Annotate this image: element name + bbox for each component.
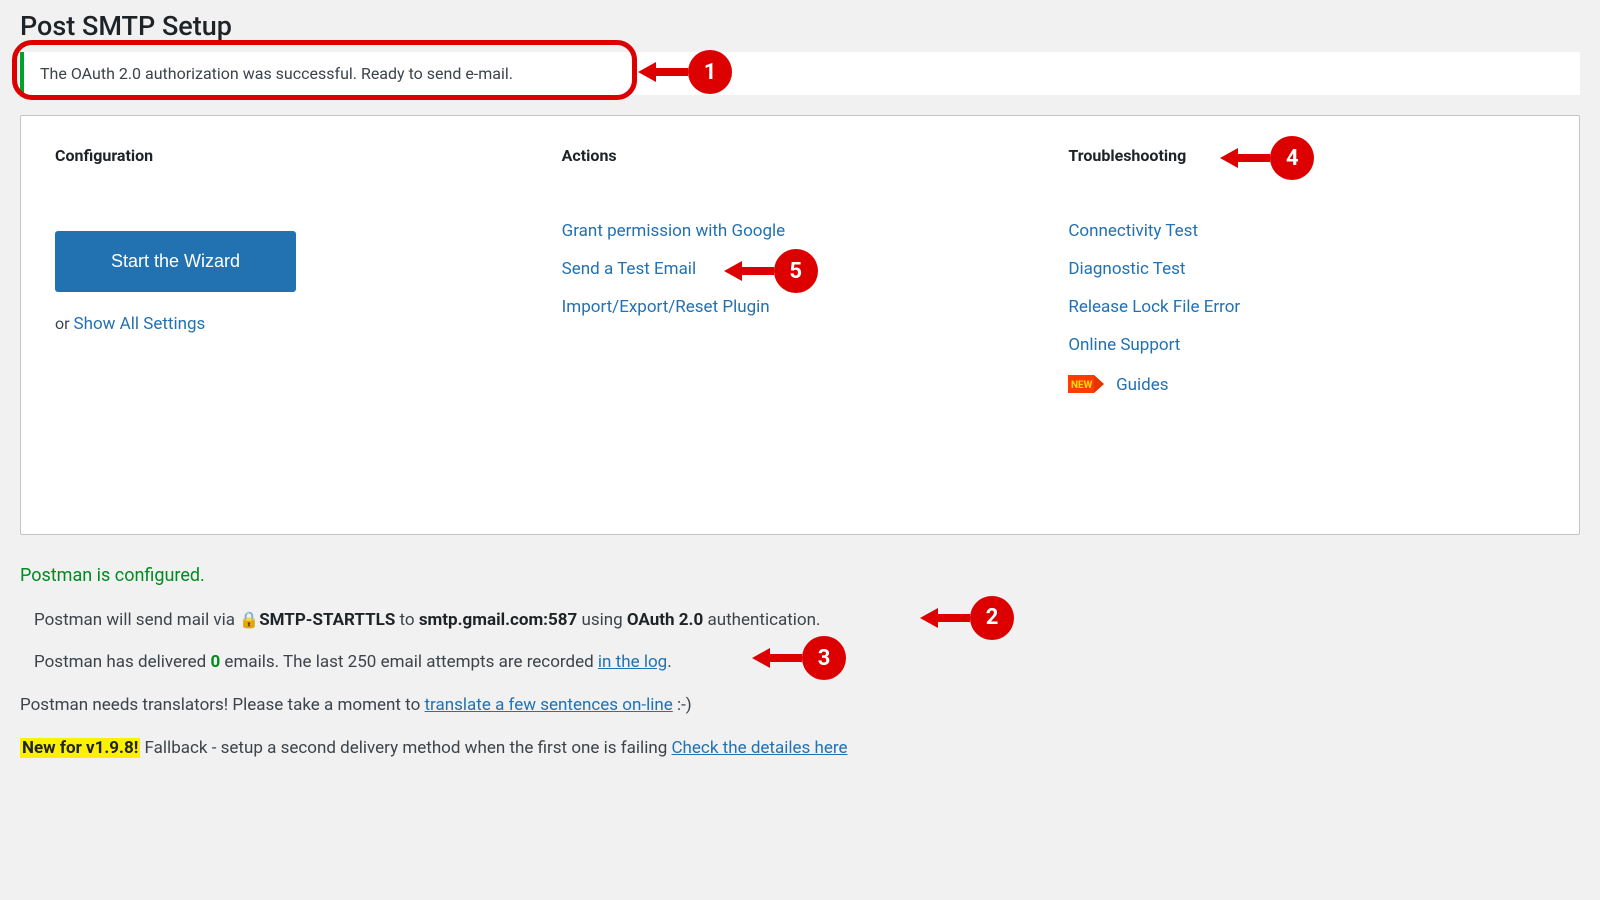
ts-release-lock[interactable]: Release Lock File Error xyxy=(1068,297,1240,317)
ts-connectivity-test[interactable]: Connectivity Test xyxy=(1068,221,1198,241)
callout-2: 2 xyxy=(920,596,1014,640)
translate-link[interactable]: translate a few sentences on-line xyxy=(425,695,673,715)
callout-badge: 2 xyxy=(970,596,1014,640)
actions-title: Actions xyxy=(562,146,617,165)
status-heading: Postman is configured. xyxy=(20,561,1580,592)
fallback-text: Fallback - setup a second delivery metho… xyxy=(140,738,671,758)
callout-3: 3 xyxy=(752,636,846,680)
status-line2-prefix: Postman has delivered xyxy=(34,652,210,672)
status-line1-prefix: Postman will send mail via xyxy=(34,610,239,630)
lock-icon: 🔒 xyxy=(239,610,259,629)
status-line1-suffix: authentication. xyxy=(703,610,820,630)
or-row: or Show All Settings xyxy=(55,314,532,334)
success-notice: The OAuth 2.0 authorization was successf… xyxy=(20,52,1580,95)
start-wizard-button[interactable]: Start the Wizard xyxy=(55,231,296,292)
status-line2-suffix: . xyxy=(667,652,671,672)
fallback-line: New for v1.9.8! Fallback - setup a secon… xyxy=(20,734,1580,763)
arrow-left-icon xyxy=(920,596,972,640)
status-line-1: Postman will send mail via 🔒SMTP-STARTTL… xyxy=(34,606,1580,635)
status-block: Postman is configured. Postman will send… xyxy=(20,561,1580,763)
status-line2-mid: emails. The last 250 email attempts are … xyxy=(220,652,598,672)
svg-text:NEW: NEW xyxy=(1071,380,1093,391)
configuration-title: Configuration xyxy=(55,146,153,165)
in-the-log-link[interactable]: in the log xyxy=(598,652,667,672)
troubleshooting-link-list: Connectivity Test Diagnostic Test Releas… xyxy=(1068,221,1545,399)
status-line-2: Postman has delivered 0 emails. The last… xyxy=(34,648,1580,677)
new-badge-icon: NEW xyxy=(1068,373,1104,399)
col-configuration: Configuration Start the Wizard or Show A… xyxy=(55,146,532,494)
translate-prefix: Postman needs translators! Please take a… xyxy=(20,695,425,715)
callout-4: 4 xyxy=(1220,136,1314,180)
callout-badge: 5 xyxy=(774,249,818,293)
page-wrap: Post SMTP Setup The OAuth 2.0 authorizat… xyxy=(0,0,1600,797)
status-line1-mid1: to xyxy=(395,610,419,630)
main-panel: Configuration Start the Wizard or Show A… xyxy=(20,115,1580,535)
or-text: or xyxy=(55,314,74,333)
action-grant-permission[interactable]: Grant permission with Google xyxy=(562,221,785,241)
ts-online-support[interactable]: Online Support xyxy=(1068,335,1180,355)
notice-text: The OAuth 2.0 authorization was successf… xyxy=(40,64,513,83)
status-auth: OAuth 2.0 xyxy=(627,610,703,630)
callout-5: 5 xyxy=(724,249,818,293)
col-actions: Actions Grant permission with Google Sen… xyxy=(562,146,1039,494)
translate-suffix: :-) xyxy=(673,695,692,715)
fallback-details-link[interactable]: Check the detailes here xyxy=(671,738,847,758)
callout-badge: 4 xyxy=(1270,136,1314,180)
translate-line: Postman needs translators! Please take a… xyxy=(20,691,1580,720)
action-import-export-reset[interactable]: Import/Export/Reset Plugin xyxy=(562,297,770,317)
delivered-count: 0 xyxy=(210,652,220,672)
troubleshooting-title: Troubleshooting xyxy=(1068,146,1186,165)
status-host: smtp.gmail.com:587 xyxy=(419,610,577,630)
actions-link-list: Grant permission with Google Send a Test… xyxy=(562,221,1039,317)
new-version-badge: New for v1.9.8! xyxy=(20,738,140,758)
arrow-left-icon xyxy=(724,249,776,293)
status-line1-mid2: using xyxy=(577,610,627,630)
col-troubleshooting: Troubleshooting 4 Connectivity Test Diag… xyxy=(1068,146,1545,494)
action-send-test-email[interactable]: Send a Test Email xyxy=(562,259,696,279)
ts-guides[interactable]: Guides xyxy=(1116,375,1168,395)
ts-diagnostic-test[interactable]: Diagnostic Test xyxy=(1068,259,1185,279)
arrow-left-icon xyxy=(752,636,804,680)
page-title: Post SMTP Setup xyxy=(20,10,1580,42)
notice-row: The OAuth 2.0 authorization was successf… xyxy=(20,52,1580,95)
arrow-left-icon xyxy=(1220,136,1272,180)
status-protocol: SMTP-STARTTLS xyxy=(259,610,395,630)
callout-badge: 3 xyxy=(802,636,846,680)
show-all-settings-link[interactable]: Show All Settings xyxy=(74,314,206,334)
